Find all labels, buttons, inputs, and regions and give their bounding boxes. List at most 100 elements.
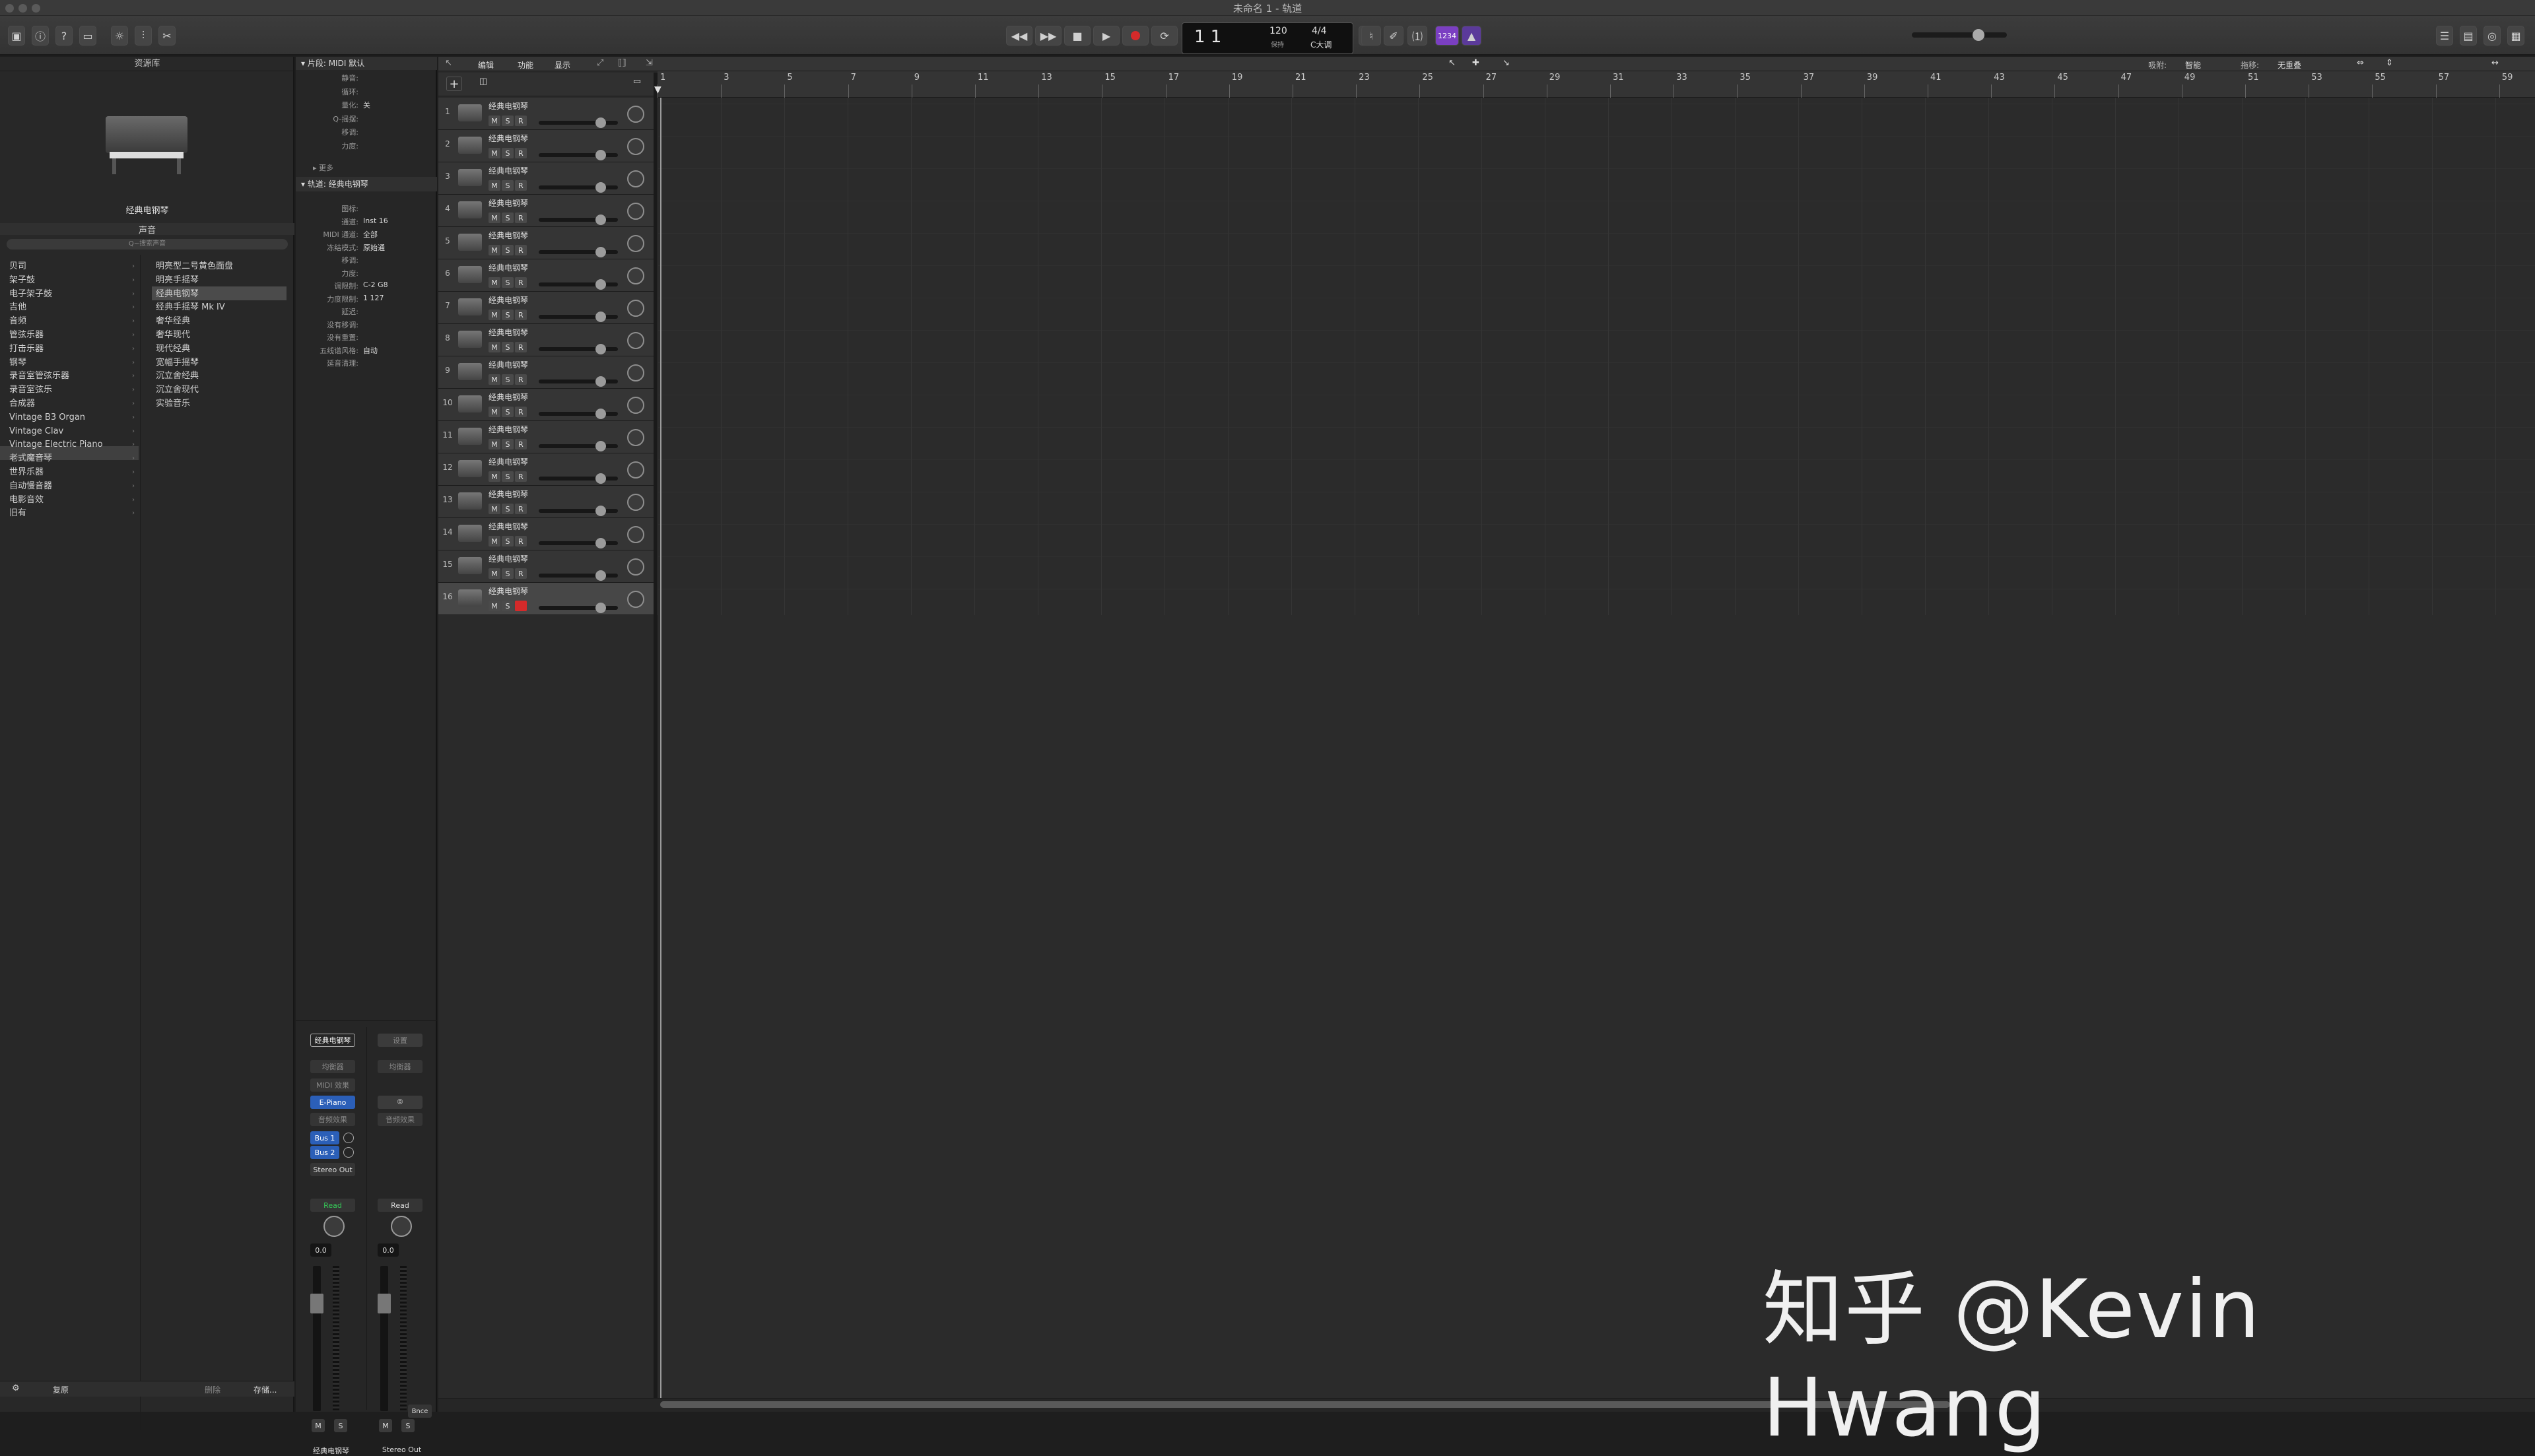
track-pan-knob[interactable] — [627, 494, 644, 511]
inspector-param-value[interactable]: 自动 — [363, 345, 378, 356]
track-volume-knob[interactable] — [595, 538, 606, 548]
track-volume-knob[interactable] — [595, 150, 606, 160]
track-volume-knob[interactable] — [595, 473, 606, 484]
strip2-pan-knob[interactable] — [391, 1216, 412, 1237]
track-pan-knob[interactable] — [627, 591, 644, 608]
library-category[interactable]: Vintage Electric Piano › — [9, 438, 135, 451]
track-volume-slider[interactable] — [539, 250, 618, 254]
mixer-icon[interactable]: ⫶ — [135, 26, 152, 46]
track-pan-knob[interactable] — [627, 267, 644, 284]
track-mute-button[interactable]: M — [489, 310, 500, 320]
strip2-eq-button[interactable]: 均衡器 — [378, 1060, 422, 1073]
track-record-button[interactable]: R — [515, 407, 527, 417]
track-header[interactable]: 16 经典电钢琴 M S — [438, 583, 654, 615]
track-mute-button[interactable]: M — [489, 568, 500, 579]
loop-browser-icon[interactable]: ◎ — [2484, 26, 2501, 46]
track-volume-knob[interactable] — [595, 247, 606, 257]
library-category[interactable]: 自动慢音器 › — [9, 480, 135, 493]
track-volume-slider[interactable] — [539, 153, 618, 157]
scrollbar-thumb[interactable] — [660, 1401, 1950, 1408]
library-category[interactable]: 旧有 › — [9, 507, 135, 520]
track-mute-button[interactable]: M — [489, 439, 500, 449]
revert-button[interactable]: 复原 — [53, 1384, 69, 1395]
audio-fx-slot[interactable]: 音频效果 — [310, 1113, 355, 1126]
track-name[interactable]: 经典电钢琴 — [489, 553, 528, 564]
track-record-button[interactable]: R — [515, 536, 527, 546]
track-mute-button[interactable]: M — [489, 407, 500, 417]
track-volume-slider[interactable] — [539, 347, 618, 351]
send1-knob[interactable] — [343, 1133, 354, 1143]
vertical-zoom-icon[interactable]: ⇕ — [2386, 58, 2393, 68]
track-solo-button[interactable]: S — [502, 148, 514, 158]
track-header[interactable]: 3 经典电钢琴 M S R — [438, 162, 654, 195]
save-button[interactable]: 存储... — [254, 1384, 277, 1395]
track-record-button[interactable] — [515, 601, 527, 611]
track-pan-knob[interactable] — [627, 429, 644, 446]
track-mute-button[interactable]: M — [489, 471, 500, 482]
track-volume-knob[interactable] — [595, 441, 606, 451]
track-mute-button[interactable]: M — [489, 148, 500, 158]
track-volume-knob[interactable] — [595, 409, 606, 419]
library-category[interactable]: 音频 › — [9, 315, 135, 328]
inspector-param-value[interactable]: C-2 G8 — [363, 281, 388, 289]
lcd-mode-button[interactable]: 1234 — [1435, 26, 1459, 46]
track-pan-knob[interactable] — [627, 332, 644, 349]
more-disclosure[interactable]: ▸ 更多 — [313, 162, 333, 173]
smart-controls-icon[interactable]: ☼ — [111, 26, 128, 46]
midi-fx-slot[interactable]: MIDI 效果 — [310, 1078, 355, 1092]
strip2-automation-mode[interactable]: Read — [378, 1199, 422, 1212]
track-name[interactable]: 经典电钢琴 — [489, 521, 528, 532]
track-header[interactable]: 4 经典电钢琴 M S R — [438, 195, 654, 227]
strip-automation-mode[interactable]: Read — [310, 1199, 355, 1212]
output-slot[interactable]: Stereo Out — [310, 1163, 355, 1176]
library-category[interactable]: Vintage B3 Organ › — [9, 411, 135, 424]
forward-button[interactable]: ▶▶ — [1035, 26, 1062, 46]
add-track-button[interactable]: + — [446, 77, 462, 91]
library-category[interactable]: 录音室弦乐 › — [9, 383, 135, 397]
library-patch[interactable]: 宽幅手摇琴 — [156, 356, 281, 370]
track-volume-knob[interactable] — [595, 570, 606, 581]
stop-button[interactable]: ■ — [1064, 26, 1091, 46]
track-solo-button[interactable]: S — [502, 471, 514, 482]
region-inspector-header[interactable]: ▾ 片段: MIDI 默认 — [296, 57, 437, 70]
strip-pan-knob[interactable] — [323, 1216, 345, 1237]
send-bus2[interactable]: Bus 2 — [310, 1146, 339, 1159]
track-name[interactable]: 经典电钢琴 — [489, 294, 528, 306]
library-patch[interactable]: 实验音乐 — [156, 397, 281, 411]
track-volume-slider[interactable] — [539, 541, 618, 545]
track-volume-slider[interactable] — [539, 606, 618, 610]
strip-name-button[interactable]: 经典电钢琴 — [310, 1034, 355, 1047]
master-volume-slider[interactable] — [1912, 29, 2007, 41]
track-name[interactable]: 经典电钢琴 — [489, 230, 528, 241]
track-header[interactable]: 15 经典电钢琴 M S R — [438, 550, 654, 583]
list-editors-icon[interactable]: ☰ — [2436, 26, 2453, 46]
library-icon[interactable]: ▣ — [8, 26, 25, 46]
track-volume-slider[interactable] — [539, 185, 618, 189]
track-name[interactable]: 经典电钢琴 — [489, 359, 528, 370]
strip2-link-button[interactable]: ⦾ — [378, 1096, 422, 1109]
cycle-button[interactable]: ⟳ — [1151, 26, 1178, 46]
library-category[interactable]: 管弦乐器 › — [9, 329, 135, 342]
notepad-icon[interactable]: ▤ — [2460, 26, 2477, 46]
strip2-audio-fx-slot[interactable]: 音频效果 — [378, 1113, 422, 1126]
track-solo-button[interactable]: S — [502, 568, 514, 579]
track-solo-button[interactable]: S — [502, 310, 514, 320]
track-name[interactable]: 经典电钢琴 — [489, 262, 528, 273]
send2-knob[interactable] — [343, 1147, 354, 1158]
track-mute-button[interactable]: M — [489, 245, 500, 255]
track-name[interactable]: 经典电钢琴 — [489, 391, 528, 403]
track-solo-button[interactable]: S — [502, 342, 514, 352]
strip2-fader-track[interactable] — [378, 1266, 391, 1411]
solo-mode-icon[interactable]: ✐ — [1384, 26, 1403, 46]
browsers-icon[interactable]: ▦ — [2507, 26, 2524, 46]
automation-icon[interactable]: ⤢ — [597, 58, 603, 68]
strip-fader-knob[interactable] — [310, 1294, 323, 1313]
track-record-button[interactable]: R — [515, 277, 527, 288]
editors-icon[interactable]: ✂ — [158, 26, 176, 46]
back-icon[interactable]: ↖ — [445, 58, 452, 68]
track-volume-slider[interactable] — [539, 282, 618, 286]
track-solo-button[interactable]: S — [502, 504, 514, 514]
track-header[interactable]: 14 经典电钢琴 M S R — [438, 518, 654, 550]
snap-menu[interactable]: 智能 — [2185, 59, 2201, 71]
track-name[interactable]: 经典电钢琴 — [489, 488, 528, 500]
